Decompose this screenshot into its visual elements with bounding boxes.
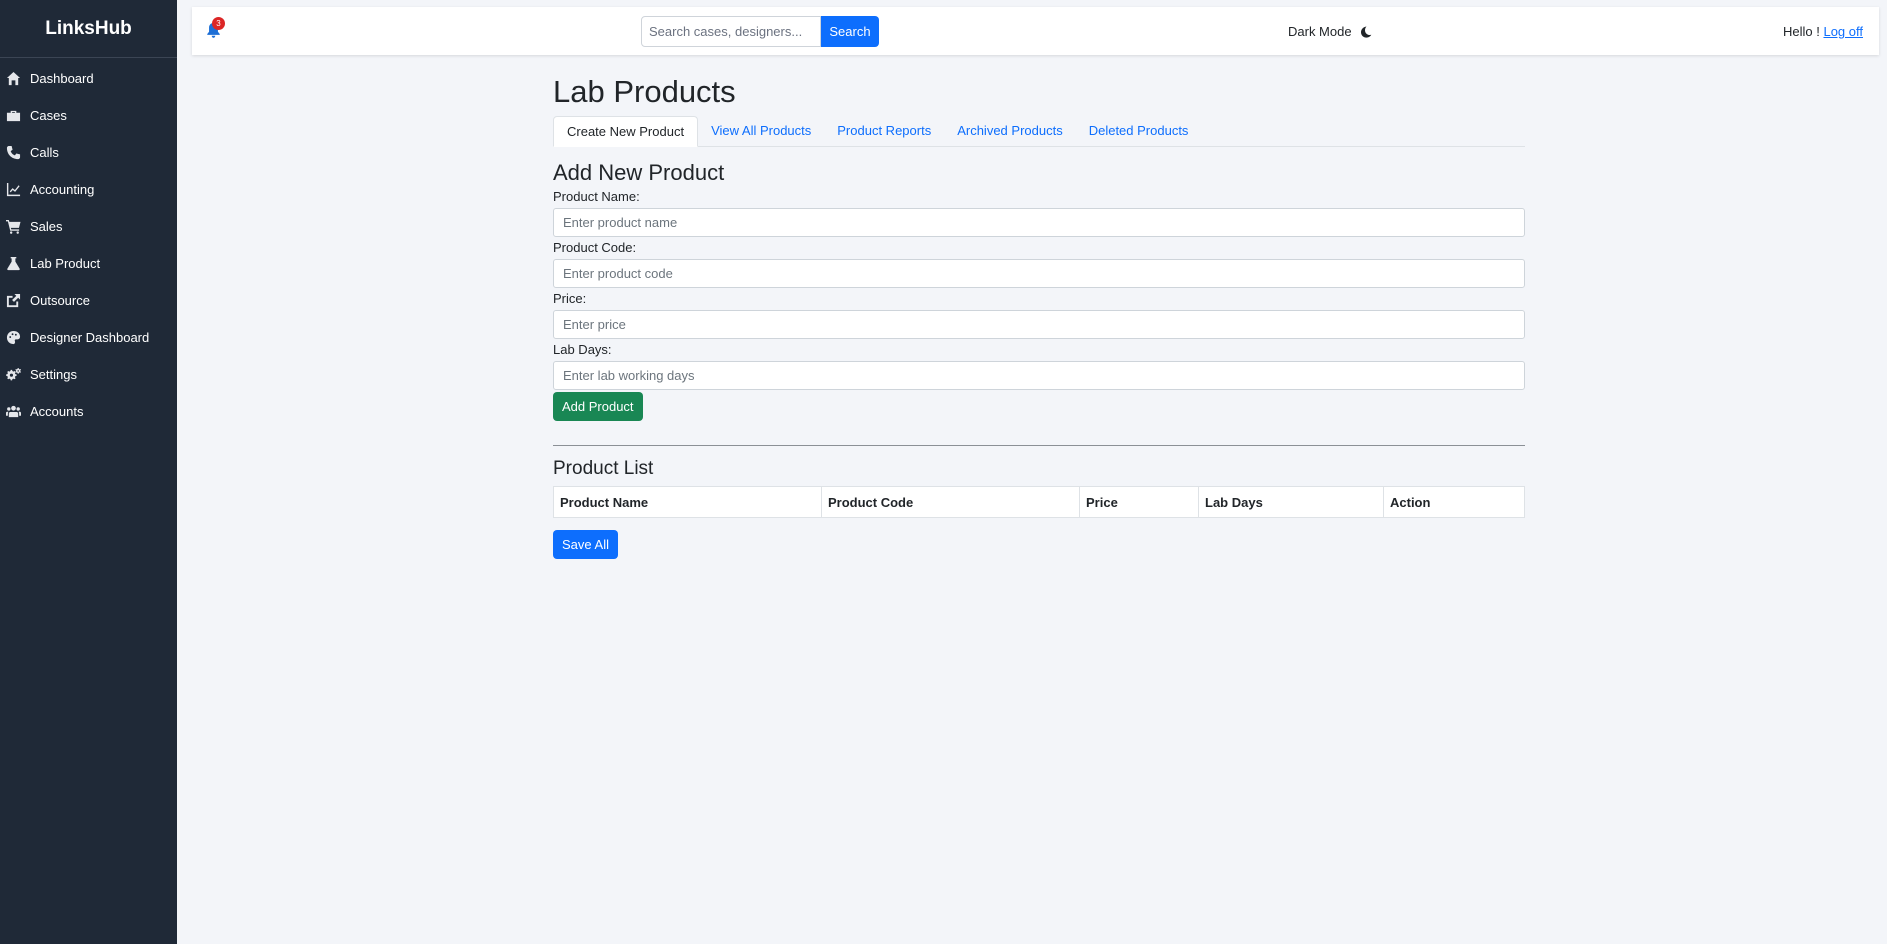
palette-icon: [4, 330, 22, 346]
column-header-lab-days: Lab Days: [1198, 486, 1384, 518]
column-header-product-code: Product Code: [821, 486, 1080, 518]
price-field[interactable]: [553, 310, 1525, 339]
sidebar-item-calls[interactable]: Calls: [0, 134, 177, 171]
save-all-button[interactable]: Save All: [553, 530, 618, 559]
sidebar-item-label: Cases: [30, 108, 67, 123]
sidebar: LinksHub Dashboard Cases Calls Accountin…: [0, 0, 177, 944]
search-button[interactable]: Search: [821, 16, 879, 47]
home-icon: [4, 71, 22, 87]
sidebar-item-cases[interactable]: Cases: [0, 97, 177, 134]
tab-deleted-products[interactable]: Deleted Products: [1076, 116, 1202, 146]
logoff-link[interactable]: Log off: [1823, 24, 1863, 39]
briefcase-icon: [4, 108, 22, 124]
sidebar-item-sales[interactable]: Sales: [0, 208, 177, 245]
section-divider: [553, 445, 1525, 446]
product-code-field[interactable]: [553, 259, 1525, 288]
gears-icon: [4, 367, 22, 383]
moon-icon: [1360, 26, 1372, 38]
user-greeting: Hello ! Log off: [1783, 24, 1863, 39]
lab-days-label: Lab Days:: [553, 342, 612, 357]
dark-mode-label: Dark Mode: [1288, 24, 1352, 39]
sidebar-item-settings[interactable]: Settings: [0, 356, 177, 393]
price-label: Price:: [553, 291, 587, 306]
product-table: Product Name Product Code Price Lab Days…: [553, 486, 1525, 518]
top-bar: 3 Search Dark Mode Hello ! Log off: [192, 7, 1879, 55]
tab-view-all-products[interactable]: View All Products: [698, 116, 824, 146]
form-title: Add New Product: [553, 160, 725, 185]
sidebar-nav: Dashboard Cases Calls Accounting Sales L…: [0, 58, 177, 430]
sidebar-item-label: Lab Product: [30, 256, 101, 271]
sidebar-item-accounts[interactable]: Accounts: [0, 393, 177, 430]
product-tabs: Create New Product View All Products Pro…: [553, 116, 1525, 147]
main-content: Lab Products Create New Product View All…: [553, 70, 1525, 559]
sidebar-item-label: Designer Dashboard: [30, 330, 150, 345]
notification-badge: 3: [212, 17, 225, 30]
sidebar-item-label: Accounting: [30, 182, 95, 197]
sidebar-item-label: Outsource: [30, 293, 90, 308]
brand-logo[interactable]: LinksHub: [0, 0, 177, 58]
search-input[interactable]: [641, 16, 821, 47]
sidebar-item-label: Settings: [30, 367, 77, 382]
product-name-field[interactable]: [553, 208, 1525, 237]
tab-product-reports[interactable]: Product Reports: [824, 116, 944, 146]
sidebar-item-dashboard[interactable]: Dashboard: [0, 60, 177, 97]
users-icon: [4, 404, 22, 420]
dark-mode-toggle[interactable]: Dark Mode: [1288, 24, 1372, 39]
sidebar-item-outsource[interactable]: Outsource: [0, 282, 177, 319]
tab-create-new-product[interactable]: Create New Product: [553, 116, 699, 147]
column-header-price: Price: [1079, 486, 1199, 518]
flask-icon: [4, 256, 22, 272]
external-link-icon: [4, 293, 22, 309]
sidebar-item-label: Dashboard: [30, 71, 94, 86]
lab-days-field[interactable]: [553, 361, 1525, 390]
sidebar-item-label: Accounts: [30, 404, 84, 419]
chart-line-icon: [4, 182, 22, 198]
column-header-product-name: Product Name: [553, 486, 822, 518]
column-header-action: Action: [1383, 486, 1525, 518]
sidebar-item-accounting[interactable]: Accounting: [0, 171, 177, 208]
tab-archived-products[interactable]: Archived Products: [944, 116, 1076, 146]
product-name-label: Product Name:: [553, 189, 640, 204]
cart-icon: [4, 219, 22, 235]
product-list-title: Product List: [553, 458, 654, 479]
page-title: Lab Products: [553, 74, 736, 109]
sidebar-item-lab-product[interactable]: Lab Product: [0, 245, 177, 282]
add-product-button[interactable]: Add Product: [553, 392, 643, 421]
table-header-row: Product Name Product Code Price Lab Days…: [553, 486, 1525, 518]
product-code-label: Product Code:: [553, 240, 637, 255]
sidebar-item-label: Calls: [30, 145, 59, 160]
greeting-text: Hello !: [1782, 24, 1820, 39]
sidebar-item-designer-dashboard[interactable]: Designer Dashboard: [0, 319, 177, 356]
sidebar-item-label: Sales: [30, 219, 63, 234]
phone-icon: [4, 145, 22, 161]
